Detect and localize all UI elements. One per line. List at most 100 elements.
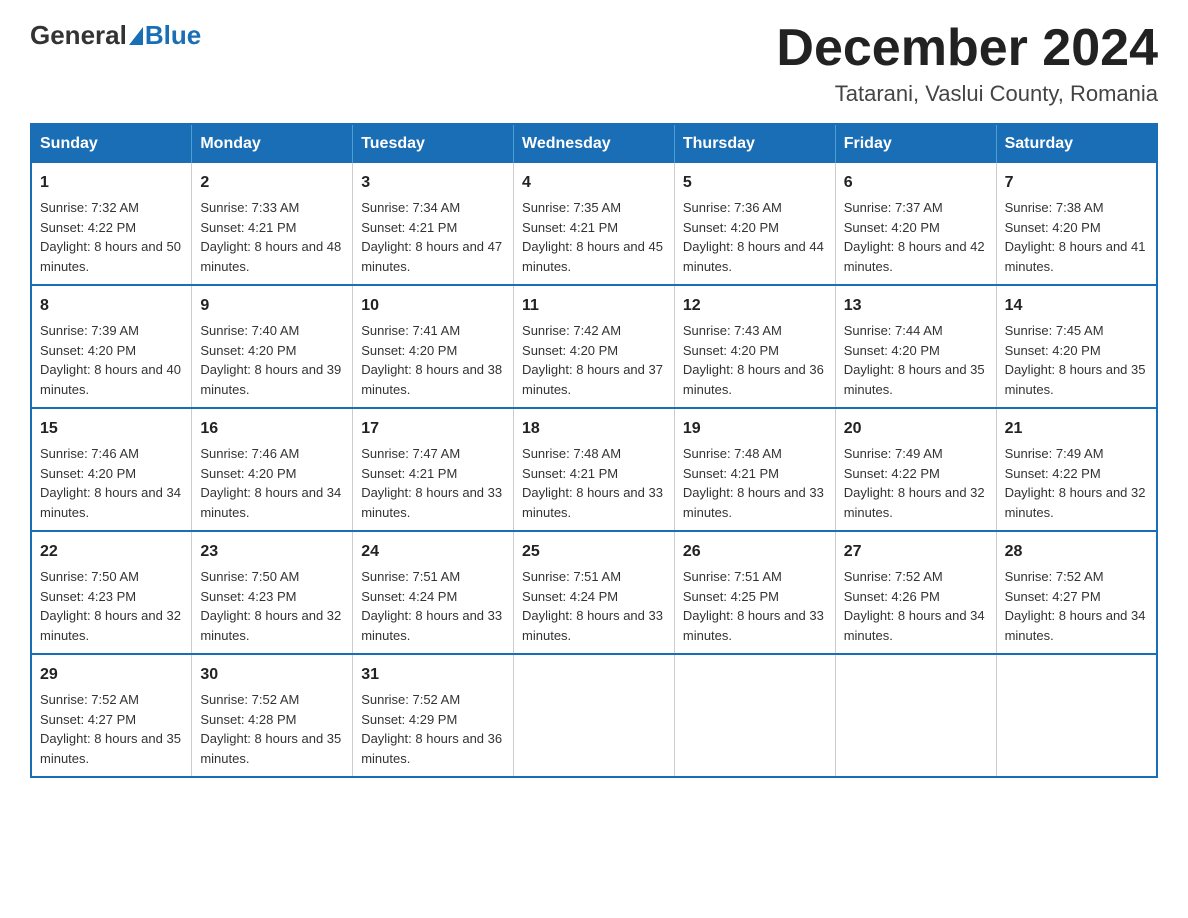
sunrise-text: Sunrise: 7:48 AM xyxy=(522,444,666,464)
logo-triangle-icon xyxy=(129,27,143,45)
day-number: 12 xyxy=(683,294,827,318)
day-number: 15 xyxy=(40,417,183,441)
table-row: 31Sunrise: 7:52 AMSunset: 4:29 PMDayligh… xyxy=(353,654,514,777)
day-number: 25 xyxy=(522,540,666,564)
table-row xyxy=(674,654,835,777)
daylight-text: Daylight: 8 hours and 50 minutes. xyxy=(40,237,183,276)
sunrise-text: Sunrise: 7:52 AM xyxy=(1005,567,1148,587)
sunset-text: Sunset: 4:22 PM xyxy=(1005,464,1148,484)
daylight-text: Daylight: 8 hours and 38 minutes. xyxy=(361,360,505,399)
daylight-text: Daylight: 8 hours and 39 minutes. xyxy=(200,360,344,399)
daylight-text: Daylight: 8 hours and 34 minutes. xyxy=(844,606,988,645)
sunset-text: Sunset: 4:26 PM xyxy=(844,587,988,607)
table-row: 13Sunrise: 7:44 AMSunset: 4:20 PMDayligh… xyxy=(835,285,996,408)
table-row: 17 Sunrise: 7:47 AMSunset: 4:21 PMDayligh… xyxy=(353,408,514,531)
col-tuesday: Tuesday xyxy=(353,124,514,163)
daylight-text: Daylight: 8 hours and 33 minutes. xyxy=(522,606,666,645)
sunrise-text: Sunrise: 7:50 AM xyxy=(40,567,183,587)
table-row: 2Sunrise: 7:33 AMSunset: 4:21 PMDaylight… xyxy=(192,163,353,285)
day-number: 17 xyxy=(361,417,505,441)
sunrise-text: Sunrise: 7:52 AM xyxy=(844,567,988,587)
table-row: 15Sunrise: 7:46 AMSunset: 4:20 PMDayligh… xyxy=(31,408,192,531)
day-number: 29 xyxy=(40,663,183,687)
title-section: December 2024 Tatarani, Vaslui County, R… xyxy=(776,20,1158,107)
sunset-text: Sunset: 4:20 PM xyxy=(683,341,827,361)
daylight-text: Daylight: 8 hours and 32 minutes. xyxy=(1005,483,1148,522)
sunrise-text: Sunrise: 7:45 AM xyxy=(1005,321,1148,341)
calendar-week-row: 29Sunrise: 7:52 AMSunset: 4:27 PMDayligh… xyxy=(31,654,1157,777)
col-saturday: Saturday xyxy=(996,124,1157,163)
day-number: 9 xyxy=(200,294,344,318)
sunrise-text: Sunrise: 7:32 AM xyxy=(40,198,183,218)
sunrise-text: Sunrise: 7:40 AM xyxy=(200,321,344,341)
day-number: 11 xyxy=(522,294,666,318)
sunrise-text: Sunrise: 7:49 AM xyxy=(1005,444,1148,464)
daylight-text: Daylight: 8 hours and 35 minutes. xyxy=(40,729,183,768)
sunset-text: Sunset: 4:21 PM xyxy=(361,464,505,484)
sunset-text: Sunset: 4:23 PM xyxy=(200,587,344,607)
day-number: 8 xyxy=(40,294,183,318)
table-row: 19Sunrise: 7:48 AMSunset: 4:21 PMDayligh… xyxy=(674,408,835,531)
day-number: 16 xyxy=(200,417,344,441)
logo-general-text: General xyxy=(30,20,127,51)
sunrise-text: Sunrise: 7:51 AM xyxy=(683,567,827,587)
sunset-text: Sunset: 4:28 PM xyxy=(200,710,344,730)
daylight-text: Daylight: 8 hours and 36 minutes. xyxy=(683,360,827,399)
col-thursday: Thursday xyxy=(674,124,835,163)
daylight-text: Daylight: 8 hours and 33 minutes. xyxy=(361,606,505,645)
table-row: 21 Sunrise: 7:49 AMSunset: 4:22 PMDayligh… xyxy=(996,408,1157,531)
sunrise-text: Sunrise: 7:46 AM xyxy=(40,444,183,464)
sunset-text: Sunset: 4:23 PM xyxy=(40,587,183,607)
sunset-text: Sunset: 4:21 PM xyxy=(522,218,666,238)
table-row xyxy=(514,654,675,777)
daylight-text: Daylight: 8 hours and 35 minutes. xyxy=(1005,360,1148,399)
day-number: 22 xyxy=(40,540,183,564)
sunset-text: Sunset: 4:20 PM xyxy=(361,341,505,361)
daylight-text: Daylight: 8 hours and 33 minutes. xyxy=(361,483,505,522)
sunrise-text: Sunrise: 7:51 AM xyxy=(361,567,505,587)
calendar-week-row: 8Sunrise: 7:39 AMSunset: 4:20 PMDaylight… xyxy=(31,285,1157,408)
sunrise-text: Sunrise: 7:44 AM xyxy=(844,321,988,341)
logo-blue-text: Blue xyxy=(145,20,201,51)
daylight-text: Daylight: 8 hours and 34 minutes. xyxy=(200,483,344,522)
daylight-text: Daylight: 8 hours and 44 minutes. xyxy=(683,237,827,276)
page-header: General Blue December 2024 Tatarani, Vas… xyxy=(30,20,1158,107)
sunrise-text: Sunrise: 7:38 AM xyxy=(1005,198,1148,218)
sunset-text: Sunset: 4:20 PM xyxy=(1005,341,1148,361)
sunset-text: Sunset: 4:21 PM xyxy=(522,464,666,484)
day-number: 2 xyxy=(200,171,344,195)
calendar-week-row: 22Sunrise: 7:50 AMSunset: 4:23 PMDayligh… xyxy=(31,531,1157,654)
table-row xyxy=(996,654,1157,777)
sunset-text: Sunset: 4:20 PM xyxy=(844,218,988,238)
col-wednesday: Wednesday xyxy=(514,124,675,163)
sunrise-text: Sunrise: 7:34 AM xyxy=(361,198,505,218)
table-row: 30Sunrise: 7:52 AMSunset: 4:28 PMDayligh… xyxy=(192,654,353,777)
table-row: 22Sunrise: 7:50 AMSunset: 4:23 PMDayligh… xyxy=(31,531,192,654)
table-row: 5Sunrise: 7:36 AMSunset: 4:20 PMDaylight… xyxy=(674,163,835,285)
location-subtitle: Tatarani, Vaslui County, Romania xyxy=(776,81,1158,107)
sunset-text: Sunset: 4:22 PM xyxy=(844,464,988,484)
daylight-text: Daylight: 8 hours and 48 minutes. xyxy=(200,237,344,276)
sunset-text: Sunset: 4:24 PM xyxy=(522,587,666,607)
table-row: 4Sunrise: 7:35 AMSunset: 4:21 PMDaylight… xyxy=(514,163,675,285)
day-number: 24 xyxy=(361,540,505,564)
daylight-text: Daylight: 8 hours and 45 minutes. xyxy=(522,237,666,276)
sunrise-text: Sunrise: 7:47 AM xyxy=(361,444,505,464)
day-number: 18 xyxy=(522,417,666,441)
day-number: 21 xyxy=(1005,417,1148,441)
sunset-text: Sunset: 4:27 PM xyxy=(40,710,183,730)
day-number: 10 xyxy=(361,294,505,318)
table-row: 14Sunrise: 7:45 AMSunset: 4:20 PMDayligh… xyxy=(996,285,1157,408)
sunrise-text: Sunrise: 7:42 AM xyxy=(522,321,666,341)
table-row: 28Sunrise: 7:52 AMSunset: 4:27 PMDayligh… xyxy=(996,531,1157,654)
daylight-text: Daylight: 8 hours and 42 minutes. xyxy=(844,237,988,276)
sunset-text: Sunset: 4:20 PM xyxy=(844,341,988,361)
day-number: 13 xyxy=(844,294,988,318)
day-number: 30 xyxy=(200,663,344,687)
col-sunday: Sunday xyxy=(31,124,192,163)
day-number: 31 xyxy=(361,663,505,687)
sunset-text: Sunset: 4:27 PM xyxy=(1005,587,1148,607)
daylight-text: Daylight: 8 hours and 33 minutes. xyxy=(522,483,666,522)
sunrise-text: Sunrise: 7:36 AM xyxy=(683,198,827,218)
sunrise-text: Sunrise: 7:37 AM xyxy=(844,198,988,218)
